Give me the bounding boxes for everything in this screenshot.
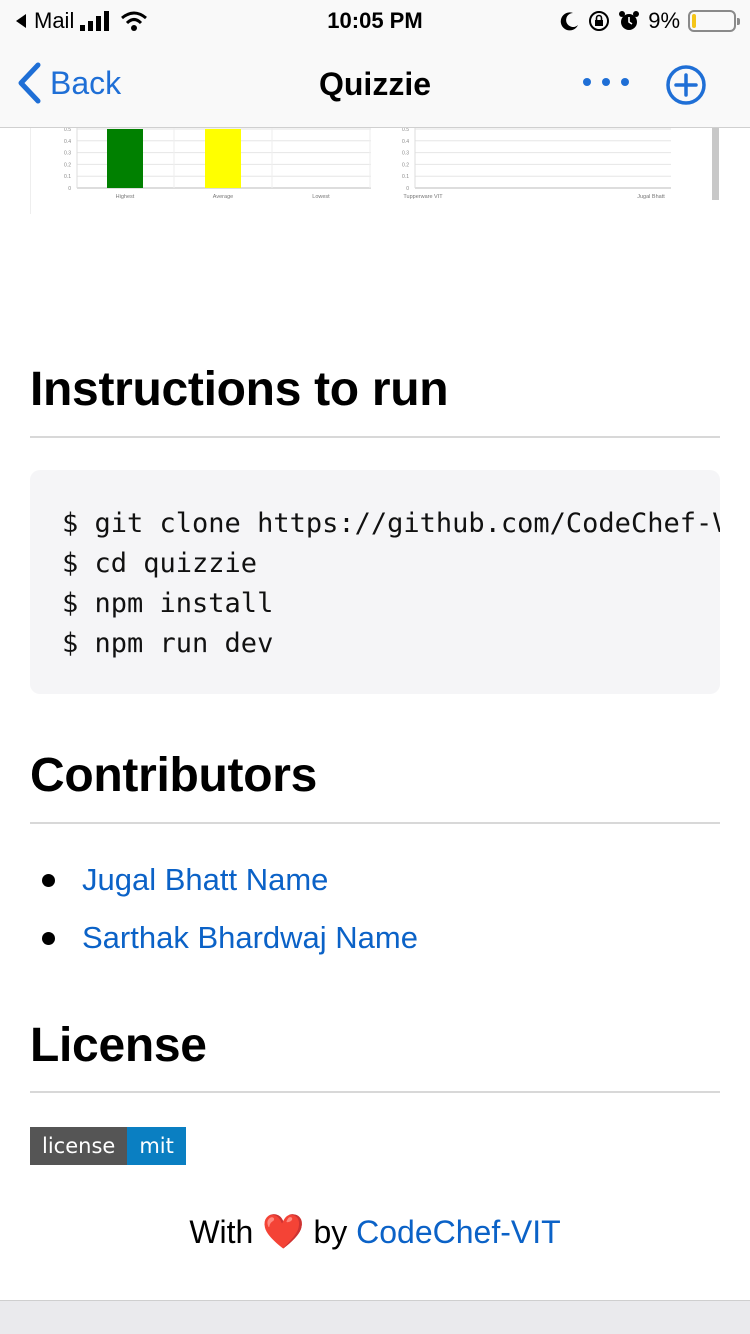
more-dot-icon: [583, 78, 591, 86]
section-divider: [30, 822, 720, 824]
more-options-button[interactable]: [583, 62, 629, 102]
instructions-heading: Instructions to run: [30, 363, 449, 416]
y-tick-label: 0.4: [402, 139, 409, 145]
footer-credit: With ❤️ by CodeChef-VIT: [0, 1212, 750, 1252]
x-tick-label: Highest: [116, 194, 135, 200]
badge-value: mit: [127, 1127, 186, 1165]
x-tick-label: Jugal Bhatt: [637, 194, 665, 200]
section-divider: [30, 436, 720, 438]
moon-icon: [560, 12, 579, 31]
bullet-icon: [42, 931, 55, 945]
y-tick-label: 0.3: [402, 151, 409, 157]
y-tick-label: 0.4: [64, 139, 71, 145]
codechef-link[interactable]: CodeChef-VIT: [356, 1214, 561, 1250]
y-tick-label: 0: [406, 186, 409, 192]
code-line: $ npm install: [62, 588, 274, 619]
list-item: Jugal Bhatt Name: [42, 862, 328, 898]
code-line: $ npm run dev: [62, 628, 274, 659]
code-block[interactable]: $ git clone https://github.com/CodeChef-…: [30, 470, 720, 694]
battery-percent: 9%: [648, 8, 680, 33]
battery-fill: [692, 14, 696, 28]
license-heading: License: [30, 1019, 207, 1072]
heart-icon: ❤️: [262, 1213, 305, 1251]
status-right: 9%: [560, 8, 740, 34]
y-tick-label: 0.3: [64, 151, 71, 157]
scrollbar: [712, 128, 719, 200]
license-badge[interactable]: license mit: [30, 1127, 186, 1165]
alarm-icon: [619, 11, 640, 30]
contributor-link[interactable]: Sarthak Bhardwaj Name: [82, 920, 418, 956]
list-item: Sarthak Bhardwaj Name: [42, 920, 418, 956]
more-dot-icon: [602, 78, 610, 86]
footer-middle: by: [313, 1214, 348, 1250]
x-tick-label: Average: [213, 194, 233, 200]
bullet-icon: [42, 873, 55, 887]
code-line: $ git clone https://github.com/CodeChef-…: [62, 508, 720, 539]
navigation-bar: Back Quizzie: [0, 40, 750, 128]
rotation-lock-icon: [589, 11, 610, 31]
more-dot-icon: [621, 78, 629, 86]
y-tick-label: 0.5: [402, 128, 409, 133]
page-title: Quizzie: [318, 66, 431, 102]
y-tick-label: 0.2: [64, 162, 71, 168]
y-tick-label: 0.5: [64, 128, 71, 133]
chart-svg: 0.5 0.4 0.3 0.2 0.1 0 Highest Average Lowest 0.5 0…: [64, 128, 719, 200]
contributors-heading: Contributors: [30, 749, 318, 802]
chart-image: 0.5 0.4 0.3 0.2 0.1 0 Highest Average Lowest 0.5 0…: [30, 128, 720, 214]
status-bar: Mail 10:05 PM 9%: [0, 0, 750, 40]
y-tick-label: 0.2: [402, 162, 409, 168]
bottom-toolbar: [0, 1300, 750, 1334]
y-tick-label: 0.1: [402, 174, 409, 180]
y-tick-label: 0: [68, 186, 71, 192]
add-circle-icon[interactable]: [665, 64, 707, 106]
bar: [205, 129, 241, 188]
x-tick-label: Tupperware VIT: [403, 194, 443, 200]
battery-icon: [688, 10, 740, 32]
section-divider: [30, 1091, 720, 1093]
x-tick-label: Lowest: [312, 194, 330, 200]
code-line: $ cd quizzie: [62, 548, 258, 579]
contributor-link[interactable]: Jugal Bhatt Name: [82, 862, 328, 898]
bar: [107, 129, 143, 188]
badge-label: license: [30, 1127, 128, 1165]
footer-prefix: With: [189, 1214, 254, 1250]
y-tick-label: 0.1: [64, 174, 71, 180]
